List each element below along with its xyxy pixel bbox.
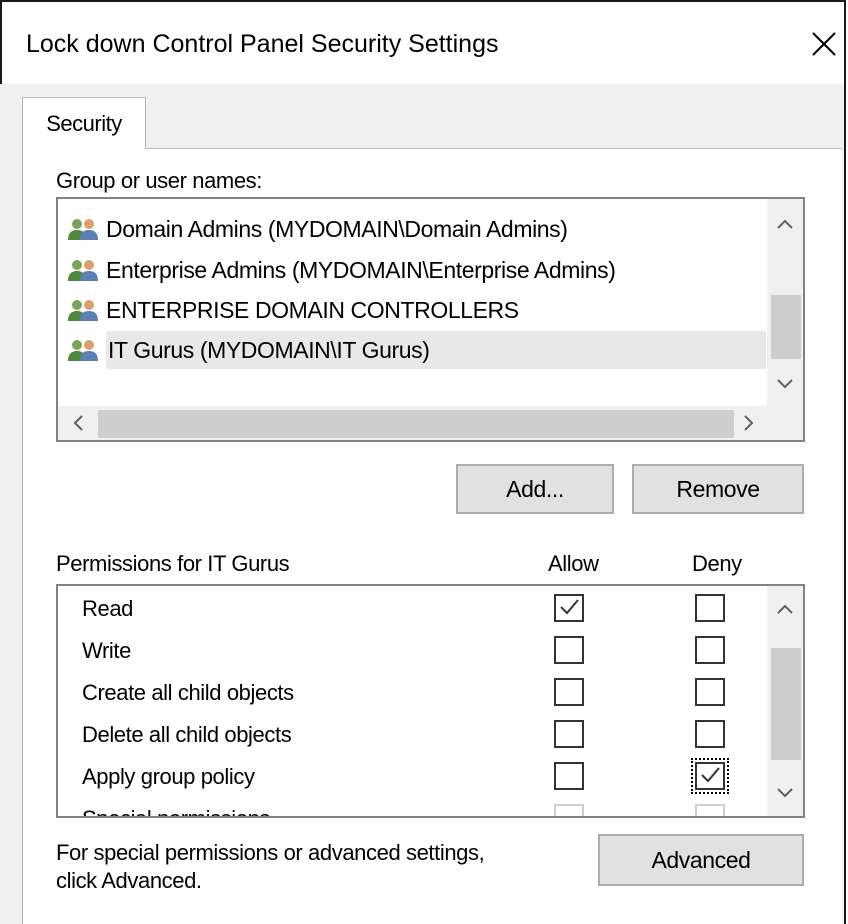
chevron-up-icon <box>777 219 793 229</box>
scroll-up-button[interactable] <box>767 209 803 239</box>
permission-row: Read <box>58 590 768 632</box>
chevron-left-icon <box>73 415 83 431</box>
scroll-down-button[interactable] <box>767 778 803 808</box>
allow-checkbox[interactable] <box>554 678 584 706</box>
permission-row: Create all child objects <box>58 674 768 716</box>
allow-checkbox[interactable] <box>554 762 584 790</box>
list-item-selected[interactable]: IT Gurus (MYDOMAIN\IT Gurus) <box>68 331 766 369</box>
scroll-thumb[interactable] <box>771 648 801 760</box>
allow-checkbox[interactable] <box>554 720 584 748</box>
close-icon <box>812 32 836 56</box>
advanced-button[interactable]: Advanced <box>598 834 804 886</box>
deny-checkbox[interactable] <box>695 804 725 816</box>
chevron-down-icon <box>777 788 793 798</box>
tab-security[interactable]: Security <box>22 97 146 149</box>
close-button[interactable] <box>802 22 846 66</box>
chevron-right-icon <box>744 415 754 431</box>
deny-checkbox[interactable] <box>695 636 725 664</box>
vertical-scrollbar[interactable] <box>767 199 803 406</box>
allow-column-header: Allow <box>548 551 599 576</box>
user-group-icon <box>66 258 106 282</box>
permission-row: Write <box>58 632 768 674</box>
permission-row: Delete all child objects <box>58 716 768 758</box>
remove-button[interactable]: Remove <box>632 464 804 514</box>
list-item-label: IT Gurus (MYDOMAIN\IT Gurus) <box>108 336 430 363</box>
user-group-icon <box>66 298 106 322</box>
scrollbar-corner <box>767 406 803 440</box>
scroll-down-button[interactable] <box>767 369 803 399</box>
permission-name: Delete all child objects <box>82 722 292 747</box>
list-item-label: Enterprise Admins (MYDOMAIN\Enterprise A… <box>106 256 616 283</box>
list-item-label: Domain Admins (MYDOMAIN\Domain Admins) <box>106 215 568 242</box>
vertical-scrollbar[interactable] <box>767 586 803 816</box>
permission-row: Apply group policy <box>58 758 768 800</box>
deny-checkbox[interactable] <box>691 758 729 794</box>
permissions-listbox[interactable]: Read Write Create all child objects Delete … <box>56 584 805 818</box>
tab-security-label: Security <box>46 110 122 136</box>
scroll-up-button[interactable] <box>767 594 803 624</box>
deny-checkbox[interactable] <box>695 720 725 748</box>
permission-name: Special permissions <box>82 806 270 816</box>
permission-name: Read <box>82 596 133 621</box>
deny-checkbox[interactable] <box>695 678 725 706</box>
deny-column-header: Deny <box>692 551 742 576</box>
list-item[interactable]: ENTERPRISE DOMAIN CONTROLLERS <box>66 291 766 329</box>
allow-checkbox[interactable] <box>554 804 584 816</box>
scroll-thumb[interactable] <box>98 410 734 438</box>
permission-name: Apply group policy <box>82 764 255 789</box>
chevron-down-icon <box>777 379 793 389</box>
permission-name: Write <box>82 638 131 663</box>
permission-name: Create all child objects <box>82 680 294 705</box>
permission-row: Special permissions <box>58 800 768 816</box>
checkmark-icon <box>701 767 720 783</box>
dialog-title: Lock down Control Panel Security Setting… <box>26 30 499 58</box>
user-group-icon <box>66 338 106 362</box>
allow-checkbox[interactable] <box>554 636 584 664</box>
user-group-icon <box>66 217 106 241</box>
advanced-note-line1: For special permissions or advanced sett… <box>56 840 485 865</box>
permissions-label: Permissions for IT Gurus <box>56 551 290 576</box>
add-button[interactable]: Add... <box>456 464 614 514</box>
deny-checkbox[interactable] <box>695 594 725 622</box>
scroll-right-button[interactable] <box>733 408 765 438</box>
list-item[interactable]: Domain Admins (MYDOMAIN\Domain Admins) <box>66 210 766 248</box>
chevron-up-icon <box>777 604 793 614</box>
allow-checkbox[interactable] <box>554 594 584 622</box>
horizontal-scrollbar[interactable] <box>58 406 767 440</box>
group-user-listbox[interactable]: Domain Admins (MYDOMAIN\Domain Admins) E… <box>56 197 805 442</box>
list-item[interactable]: Enterprise Admins (MYDOMAIN\Enterprise A… <box>66 251 766 289</box>
checkmark-icon <box>560 599 579 615</box>
scroll-left-button[interactable] <box>62 408 94 438</box>
scroll-thumb[interactable] <box>771 295 801 359</box>
group-names-label: Group or user names: <box>56 168 262 193</box>
advanced-note-line2: click Advanced. <box>56 868 202 893</box>
list-item-label: ENTERPRISE DOMAIN CONTROLLERS <box>106 296 519 323</box>
